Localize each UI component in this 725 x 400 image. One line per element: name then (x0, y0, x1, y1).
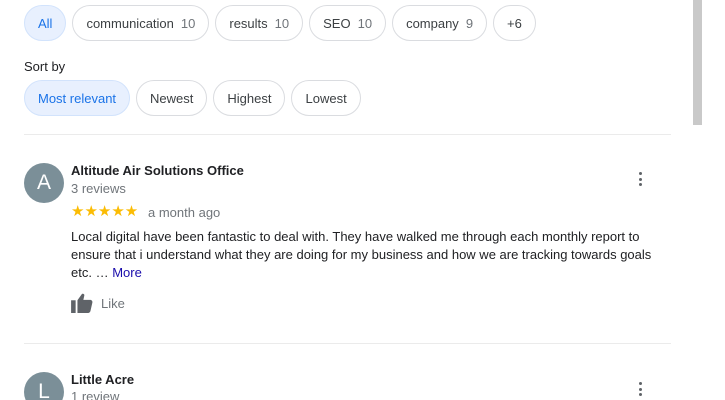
sort-most-relevant[interactable]: Most relevant (24, 80, 131, 116)
reviewer-name[interactable]: Altitude Air Solutions Office (71, 163, 244, 178)
more-options-icon[interactable] (632, 170, 648, 188)
chip-more-topics[interactable]: +6 (493, 5, 536, 41)
reviewer-name[interactable]: Little Acre (71, 372, 134, 387)
more-options-icon[interactable] (632, 380, 648, 398)
chip-count: 10 (180, 15, 196, 31)
chip-all[interactable]: All (24, 5, 67, 41)
sort-lowest[interactable]: Lowest (291, 80, 361, 116)
avatar-letter: L (38, 380, 50, 400)
thumbs-up-icon (71, 293, 93, 313)
chip-communication[interactable]: communication 10 (72, 5, 210, 41)
sort-option-label: Lowest (305, 90, 347, 106)
divider (24, 134, 671, 135)
reviewer-review-count[interactable]: 1 review (71, 389, 119, 400)
chip-label: +6 (507, 15, 522, 31)
chip-label: company (406, 15, 459, 31)
review-date: a month ago (148, 205, 221, 220)
filter-chips: All communication 10 results 10 SEO 10 c… (24, 5, 536, 41)
chip-results[interactable]: results 10 (215, 5, 304, 41)
chip-count: 10 (357, 15, 373, 31)
sort-options: Most relevant Newest Highest Lowest (24, 80, 361, 116)
scrollbar[interactable] (693, 0, 702, 125)
avatar[interactable]: L (24, 372, 64, 400)
more-link[interactable]: More (112, 265, 142, 280)
sort-option-label: Newest (150, 90, 194, 106)
like-button[interactable]: Like (71, 293, 125, 313)
like-label: Like (101, 295, 125, 311)
chip-label: communication (86, 15, 174, 31)
reviewer-review-count[interactable]: 3 reviews (71, 181, 126, 196)
chip-company[interactable]: company 9 (392, 5, 488, 41)
divider (24, 343, 671, 344)
chip-count: 10 (274, 15, 290, 31)
sort-highest[interactable]: Highest (213, 80, 286, 116)
chip-label: results (229, 15, 268, 31)
chip-label: SEO (323, 15, 351, 31)
review-body: Local digital have been fantastic to dea… (71, 229, 652, 280)
sort-option-label: Highest (227, 90, 272, 106)
chip-count: 9 (465, 15, 474, 31)
star-rating: ★★★★★ (71, 203, 139, 220)
avatar[interactable]: A (24, 163, 64, 203)
review-text: Local digital have been fantastic to dea… (71, 228, 661, 282)
sort-newest[interactable]: Newest (136, 80, 208, 116)
chip-label: All (38, 15, 53, 31)
sort-label: Sort by (24, 59, 66, 74)
avatar-letter: A (36, 171, 51, 194)
chip-seo[interactable]: SEO 10 (309, 5, 387, 41)
sort-option-label: Most relevant (38, 90, 117, 106)
